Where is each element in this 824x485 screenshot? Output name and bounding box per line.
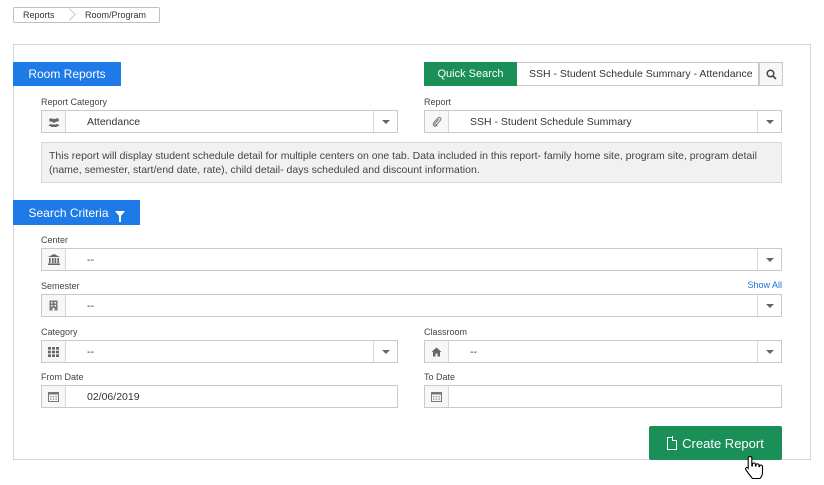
breadcrumb-item-room-program[interactable]: Room/Program <box>76 10 146 20</box>
search-criteria-title: Search Criteria <box>28 205 109 220</box>
to-date-field[interactable] <box>424 385 782 408</box>
category-select[interactable]: -- <box>41 340 398 363</box>
to-date-label: To Date <box>424 372 456 382</box>
room-reports-header: Room Reports <box>13 62 121 86</box>
classroom-select[interactable]: -- <box>424 340 782 363</box>
classroom-label: Classroom <box>424 327 468 337</box>
classroom-value: -- <box>470 345 477 358</box>
report-category-value: Attendance <box>87 115 141 128</box>
category-value: -- <box>87 345 94 358</box>
hand-cursor-icon <box>745 455 764 480</box>
center-select[interactable]: -- <box>41 248 782 271</box>
calendar-icon[interactable] <box>42 386 66 407</box>
paperclip-icon <box>425 111 449 132</box>
report-description: This report will display student schedul… <box>41 142 782 183</box>
center-value: -- <box>87 253 94 266</box>
calendar-icon[interactable] <box>425 386 449 407</box>
from-date-value: 02/06/2019 <box>87 390 140 403</box>
create-report-label: Create Report <box>682 435 764 451</box>
search-criteria-header: Search Criteria <box>13 200 140 225</box>
report-label: Report <box>424 97 452 107</box>
chevron-down-icon[interactable] <box>757 341 781 362</box>
chevron-down-icon[interactable] <box>757 295 781 316</box>
chevron-right-icon <box>66 7 76 23</box>
report-value: SSH - Student Schedule Summary <box>470 115 632 128</box>
file-icon <box>667 436 678 450</box>
center-label: Center <box>41 235 69 245</box>
users-icon <box>42 111 66 132</box>
chevron-down-icon[interactable] <box>373 111 397 132</box>
search-icon[interactable] <box>759 62 783 86</box>
report-category-select[interactable]: Attendance <box>41 110 398 133</box>
semester-value: -- <box>87 299 94 312</box>
category-label: Category <box>41 327 78 337</box>
semester-select[interactable]: -- <box>41 294 782 317</box>
chevron-down-icon[interactable] <box>757 111 781 132</box>
semester-label: Semester <box>41 281 80 291</box>
chevron-down-icon[interactable] <box>757 249 781 270</box>
report-category-label: Report Category <box>41 97 108 107</box>
building-icon <box>42 295 66 316</box>
quick-search-button[interactable]: Quick Search <box>424 62 517 86</box>
quick-search: Quick Search SSH - Student Schedule Summ… <box>424 62 783 86</box>
from-date-label: From Date <box>41 372 84 382</box>
breadcrumb-item-reports[interactable]: Reports <box>14 10 66 20</box>
from-date-field[interactable]: 02/06/2019 <box>41 385 398 408</box>
room-reports-title: Room Reports <box>28 67 106 81</box>
grid-icon <box>42 341 66 362</box>
filter-icon <box>114 210 125 222</box>
breadcrumb: Reports Room/Program <box>13 7 160 23</box>
quick-search-input[interactable]: SSH - Student Schedule Summary - Attenda… <box>517 62 759 86</box>
show-all-link[interactable]: Show All <box>747 280 782 290</box>
report-select[interactable]: SSH - Student Schedule Summary <box>424 110 782 133</box>
bank-icon <box>42 249 66 270</box>
home-icon <box>425 341 449 362</box>
chevron-down-icon[interactable] <box>373 341 397 362</box>
